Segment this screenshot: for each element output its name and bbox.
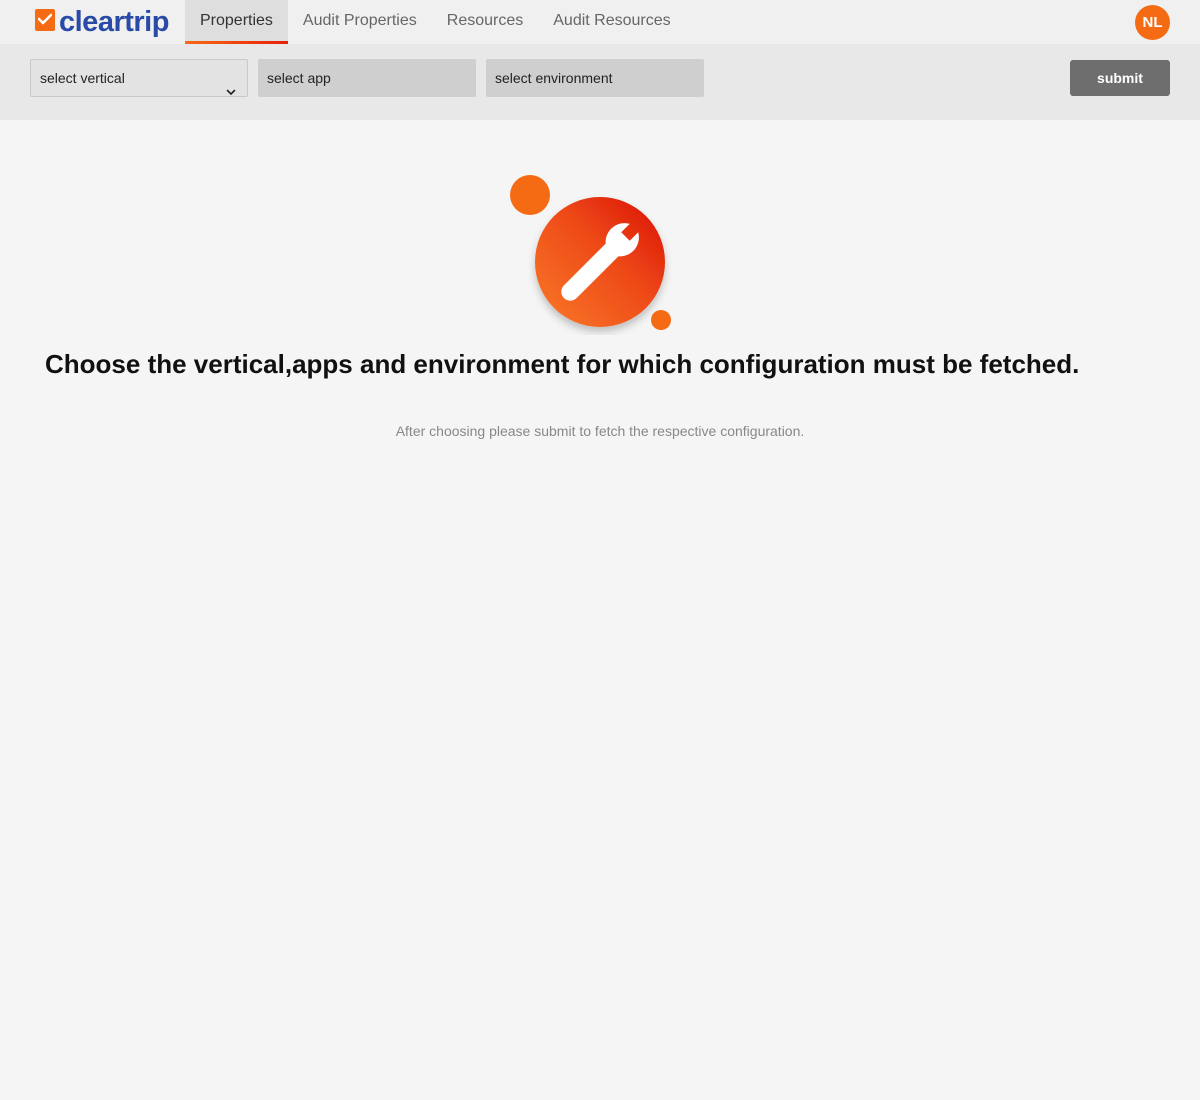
submit-button[interactable]: submit bbox=[1070, 60, 1170, 96]
empty-state-heading: Choose the vertical,apps and environment… bbox=[45, 349, 1080, 379]
environment-select[interactable]: select environment bbox=[486, 59, 704, 97]
tab-audit-resources[interactable]: Audit Resources bbox=[538, 0, 685, 44]
chevron-down-icon bbox=[226, 73, 236, 109]
user-avatar[interactable]: NL bbox=[1135, 5, 1170, 40]
vertical-select[interactable]: select vertical bbox=[30, 59, 248, 97]
app-select-value: select app bbox=[267, 70, 331, 86]
tab-resources[interactable]: Resources bbox=[432, 0, 538, 44]
wrench-icon bbox=[505, 170, 680, 335]
check-icon bbox=[35, 9, 55, 31]
nav-tabs: Properties Audit Properties Resources Au… bbox=[185, 0, 686, 44]
vertical-select-value: select vertical bbox=[40, 70, 125, 86]
app-select[interactable]: select app bbox=[258, 59, 476, 97]
top-navigation-bar: cleartrip Properties Audit Properties Re… bbox=[0, 0, 1200, 44]
cleartrip-logo[interactable]: cleartrip bbox=[35, 7, 169, 37]
logo-text: cleartrip bbox=[59, 6, 169, 38]
tab-audit-properties[interactable]: Audit Properties bbox=[288, 0, 432, 44]
empty-state-subtext: After choosing please submit to fetch th… bbox=[395, 423, 805, 439]
tab-properties[interactable]: Properties bbox=[185, 0, 288, 44]
environment-select-value: select environment bbox=[495, 70, 613, 86]
filter-bar: select vertical select app select enviro… bbox=[0, 44, 1200, 120]
